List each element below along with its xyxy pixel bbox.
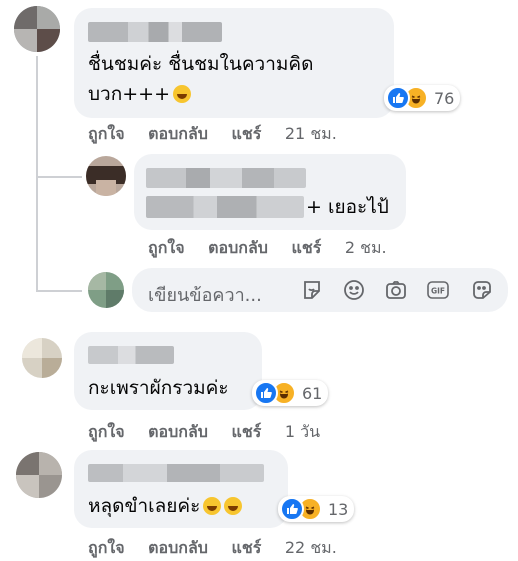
gif-icon[interactable]: GIF xyxy=(426,278,450,302)
reaction-summary[interactable]: 61 xyxy=(252,380,329,406)
rofl-emoji-icon xyxy=(173,85,191,103)
thread-line-branch xyxy=(36,176,82,178)
avatar-sticker-icon[interactable] xyxy=(470,278,494,302)
comment-input-placeholder: เขียนข้อควา... xyxy=(148,285,262,306)
current-user-avatar xyxy=(88,272,124,308)
like-icon xyxy=(280,497,304,521)
share-link[interactable]: แชร์ xyxy=(232,422,262,441)
camera-icon[interactable] xyxy=(384,278,408,302)
comment-actions: ถูกใจ ตอบกลับ แชร์ 1 วัน xyxy=(88,420,338,445)
reply-link[interactable]: ตอบกลับ xyxy=(208,238,268,257)
rofl-emoji-icon xyxy=(203,497,222,515)
comment-text: หลุดขำเลยค่ะ xyxy=(88,492,243,520)
comment-text-content: หลุดขำเลยค่ะ xyxy=(88,495,201,517)
comment-text: กะเพราผักรวมค่ะ xyxy=(88,377,229,399)
comment-text: ชื่นชมค่ะ ชื่นชมในความคิด xyxy=(88,53,314,75)
comment-actions: ถูกใจ ตอบกลับ แชร์ 21 ชม. xyxy=(88,122,355,147)
share-link[interactable]: แชร์ xyxy=(232,538,262,557)
avatar[interactable] xyxy=(22,338,62,378)
reply-text-redacted xyxy=(146,196,304,218)
reaction-summary[interactable]: 76 xyxy=(384,85,461,111)
avatar[interactable] xyxy=(16,452,62,498)
comment-actions: ถูกใจ ตอบกลับ แชร์ 22 ชม. xyxy=(88,536,355,561)
like-link[interactable]: ถูกใจ xyxy=(88,538,125,557)
like-link[interactable]: ถูกใจ xyxy=(88,422,125,441)
reply-text: + เยอะไป้ xyxy=(306,196,389,218)
like-icon xyxy=(254,381,278,405)
avatar[interactable] xyxy=(14,6,60,52)
timestamp[interactable]: 22 ชม. xyxy=(285,538,337,557)
like-link[interactable]: ถูกใจ xyxy=(148,238,185,257)
like-link[interactable]: ถูกใจ xyxy=(88,124,125,143)
timestamp[interactable]: 2 ชม. xyxy=(345,238,387,257)
sticker-icon[interactable] xyxy=(300,278,324,302)
thread-line-branch xyxy=(36,290,82,292)
svg-text:GIF: GIF xyxy=(431,287,445,296)
author-name-redacted[interactable] xyxy=(88,346,174,364)
reply-actions: ถูกใจ ตอบกลับ แชร์ 2 ชม. xyxy=(148,236,405,261)
thread-line xyxy=(36,56,38,292)
author-name-redacted[interactable] xyxy=(146,168,306,188)
author-name-redacted[interactable] xyxy=(88,22,222,42)
timestamp[interactable]: 21 ชม. xyxy=(285,124,337,143)
reaction-summary[interactable]: 13 xyxy=(278,496,355,522)
reply-link[interactable]: ตอบกลับ xyxy=(148,124,208,143)
reply-link[interactable]: ตอบกลับ xyxy=(148,422,208,441)
comment-text: บวก+++ xyxy=(88,80,191,108)
emoji-icon[interactable] xyxy=(342,278,366,302)
reply-link[interactable]: ตอบกลับ xyxy=(148,538,208,557)
share-link[interactable]: แชร์ xyxy=(292,238,322,257)
rofl-emoji-icon xyxy=(224,497,243,515)
comment-text-line2: บวก+++ xyxy=(88,83,170,105)
avatar[interactable] xyxy=(86,156,126,196)
author-name-redacted[interactable] xyxy=(88,464,264,482)
reaction-count: 61 xyxy=(302,383,323,403)
timestamp[interactable]: 1 วัน xyxy=(285,422,320,441)
reaction-count: 76 xyxy=(434,88,455,108)
share-link[interactable]: แชร์ xyxy=(232,124,262,143)
like-icon xyxy=(386,86,410,110)
reaction-count: 13 xyxy=(328,499,349,519)
